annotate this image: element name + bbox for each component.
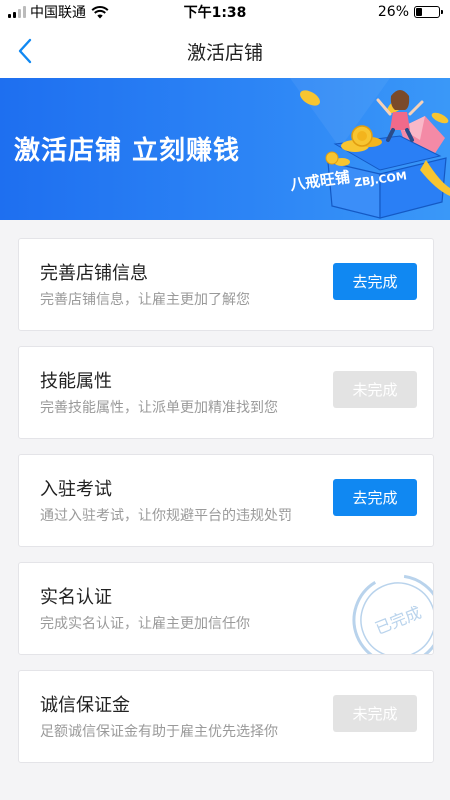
task-card-skill-attributes: 技能属性 完善技能属性，让派单更加精准找到您 未完成 bbox=[18, 346, 434, 439]
treasure-box-illustration bbox=[290, 78, 450, 219]
skill-attributes-status-button[interactable]: 未完成 bbox=[333, 371, 417, 408]
complete-shop-info-button[interactable]: 去完成 bbox=[333, 263, 417, 300]
clock: 下午1:38 bbox=[183, 5, 247, 21]
task-title: 技能属性 bbox=[40, 371, 112, 392]
back-button[interactable] bbox=[10, 36, 40, 66]
deposit-status-button[interactable]: 未完成 bbox=[333, 695, 417, 732]
chevron-left-icon bbox=[18, 38, 32, 64]
wifi-icon bbox=[91, 6, 109, 19]
task-title: 完善店铺信息 bbox=[40, 263, 148, 284]
task-description: 完善技能属性，让派单更加精准找到您 bbox=[40, 400, 278, 416]
completed-stamp-text: 已完成 bbox=[372, 603, 424, 639]
nav-bar: 激活店铺 bbox=[0, 24, 450, 78]
take-entry-exam-button[interactable]: 去完成 bbox=[333, 479, 417, 516]
banner-headline: 激活店铺 立刻赚钱 bbox=[14, 136, 241, 166]
completed-stamp: 已完成 bbox=[352, 574, 433, 654]
promo-banner: 激活店铺 立刻赚钱 八戒旺铺 ZBJ.COM bbox=[0, 78, 450, 220]
task-title: 入驻考试 bbox=[40, 479, 112, 500]
task-title: 实名认证 bbox=[40, 587, 112, 608]
battery-level bbox=[416, 8, 422, 16]
task-card-deposit: 诚信保证金 足额诚信保证金有助于雇主优先选择你 未完成 bbox=[18, 670, 434, 763]
task-card-shop-info: 完善店铺信息 完善店铺信息，让雇主更加了解您 去完成 bbox=[18, 238, 434, 331]
task-title: 诚信保证金 bbox=[40, 695, 130, 716]
page-title: 激活店铺 bbox=[186, 41, 263, 64]
task-description: 完成实名认证，让雇主更加信任你 bbox=[40, 616, 250, 632]
task-card-entry-exam: 入驻考试 通过入驻考试，让你规避平台的违规处罚 去完成 bbox=[18, 454, 434, 547]
task-card-real-name: 实名认证 完成实名认证，让雇主更加信任你 已完成 bbox=[18, 562, 434, 655]
status-bar: 中国联通 下午1:38 26% bbox=[0, 0, 450, 24]
battery-percent: 26% bbox=[377, 4, 409, 20]
carrier-name: 中国联通 bbox=[30, 5, 86, 21]
battery-icon bbox=[414, 6, 443, 18]
task-description: 完善店铺信息，让雇主更加了解您 bbox=[40, 292, 250, 308]
task-description: 足额诚信保证金有助于雇主优先选择你 bbox=[40, 724, 278, 740]
task-description: 通过入驻考试，让你规避平台的违规处罚 bbox=[40, 508, 292, 524]
signal-icon bbox=[8, 6, 26, 18]
